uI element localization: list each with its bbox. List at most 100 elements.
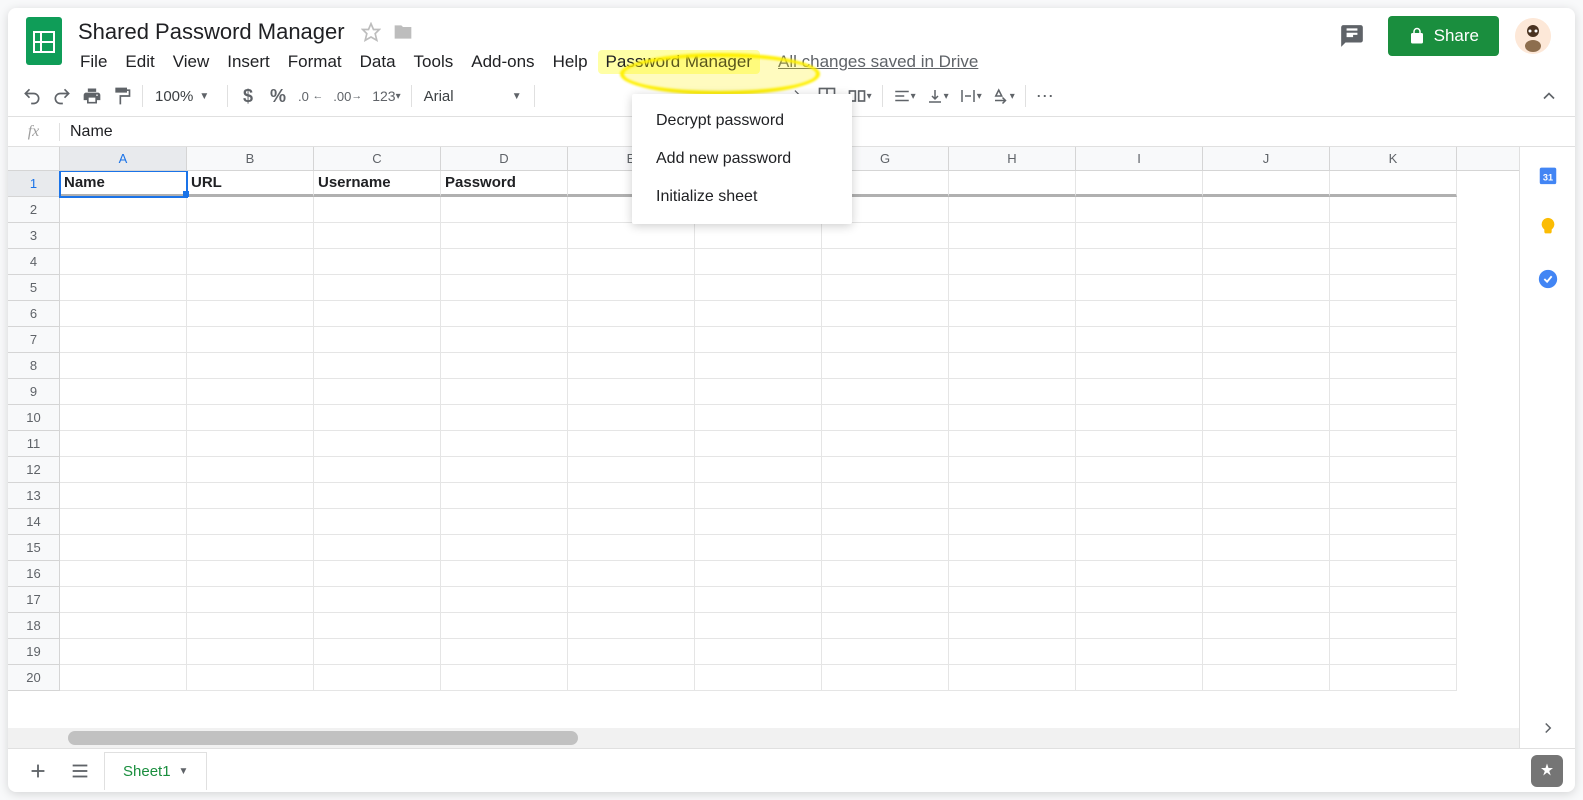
cell-E18[interactable]	[568, 613, 695, 639]
column-header-A[interactable]: A	[60, 147, 187, 170]
menu-data[interactable]: Data	[352, 50, 404, 74]
cell-J10[interactable]	[1203, 405, 1330, 431]
horizontal-align-button[interactable]: ▾	[889, 82, 920, 110]
cell-K15[interactable]	[1330, 535, 1457, 561]
cell-A11[interactable]	[60, 431, 187, 457]
cell-K5[interactable]	[1330, 275, 1457, 301]
comments-button[interactable]	[1332, 16, 1372, 56]
cell-J1[interactable]	[1203, 171, 1330, 197]
cell-D9[interactable]	[441, 379, 568, 405]
cell-F6[interactable]	[695, 301, 822, 327]
cell-G8[interactable]	[822, 353, 949, 379]
cell-D15[interactable]	[441, 535, 568, 561]
cell-J11[interactable]	[1203, 431, 1330, 457]
cell-K19[interactable]	[1330, 639, 1457, 665]
cell-C18[interactable]	[314, 613, 441, 639]
cell-C19[interactable]	[314, 639, 441, 665]
cell-K16[interactable]	[1330, 561, 1457, 587]
cell-I17[interactable]	[1076, 587, 1203, 613]
cell-K6[interactable]	[1330, 301, 1457, 327]
cell-A8[interactable]	[60, 353, 187, 379]
text-rotation-button[interactable]: ▾	[988, 82, 1019, 110]
more-toolbar-button[interactable]: ⋯	[1032, 82, 1060, 110]
cell-H17[interactable]	[949, 587, 1076, 613]
spreadsheet-grid[interactable]: ABCDEFGHIJK 1NameURLUsernamePassword2345…	[8, 147, 1519, 748]
cell-B14[interactable]	[187, 509, 314, 535]
cell-I20[interactable]	[1076, 665, 1203, 691]
cell-A5[interactable]	[60, 275, 187, 301]
cell-K4[interactable]	[1330, 249, 1457, 275]
cell-G12[interactable]	[822, 457, 949, 483]
text-wrap-button[interactable]: ▾	[955, 82, 986, 110]
cell-I10[interactable]	[1076, 405, 1203, 431]
cell-G11[interactable]	[822, 431, 949, 457]
cell-E6[interactable]	[568, 301, 695, 327]
cell-C11[interactable]	[314, 431, 441, 457]
cell-F12[interactable]	[695, 457, 822, 483]
row-header[interactable]: 13	[8, 483, 60, 509]
column-header-K[interactable]: K	[1330, 147, 1457, 170]
cell-F4[interactable]	[695, 249, 822, 275]
cell-G15[interactable]	[822, 535, 949, 561]
cell-E10[interactable]	[568, 405, 695, 431]
cell-E7[interactable]	[568, 327, 695, 353]
cell-B2[interactable]	[187, 197, 314, 223]
cell-F14[interactable]	[695, 509, 822, 535]
cell-J19[interactable]	[1203, 639, 1330, 665]
cell-B7[interactable]	[187, 327, 314, 353]
cell-J14[interactable]	[1203, 509, 1330, 535]
cell-J6[interactable]	[1203, 301, 1330, 327]
cell-A12[interactable]	[60, 457, 187, 483]
cell-A17[interactable]	[60, 587, 187, 613]
cell-K18[interactable]	[1330, 613, 1457, 639]
cell-H9[interactable]	[949, 379, 1076, 405]
cell-B20[interactable]	[187, 665, 314, 691]
cell-G3[interactable]	[822, 223, 949, 249]
sheets-logo[interactable]	[24, 16, 64, 66]
cell-E3[interactable]	[568, 223, 695, 249]
cell-F3[interactable]	[695, 223, 822, 249]
menu-file[interactable]: File	[72, 50, 115, 74]
cell-C8[interactable]	[314, 353, 441, 379]
cell-B18[interactable]	[187, 613, 314, 639]
cell-C6[interactable]	[314, 301, 441, 327]
cell-C4[interactable]	[314, 249, 441, 275]
cell-E8[interactable]	[568, 353, 695, 379]
cell-K14[interactable]	[1330, 509, 1457, 535]
cell-B15[interactable]	[187, 535, 314, 561]
cell-A7[interactable]	[60, 327, 187, 353]
cell-I5[interactable]	[1076, 275, 1203, 301]
cell-D3[interactable]	[441, 223, 568, 249]
cell-D13[interactable]	[441, 483, 568, 509]
cell-D8[interactable]	[441, 353, 568, 379]
add-sheet-button[interactable]	[20, 753, 56, 789]
cell-H8[interactable]	[949, 353, 1076, 379]
cell-B1[interactable]: URL	[187, 171, 314, 197]
cell-A9[interactable]	[60, 379, 187, 405]
cell-A14[interactable]	[60, 509, 187, 535]
row-header[interactable]: 6	[8, 301, 60, 327]
cell-F16[interactable]	[695, 561, 822, 587]
cell-I19[interactable]	[1076, 639, 1203, 665]
cell-K9[interactable]	[1330, 379, 1457, 405]
menu-item-add-new-password[interactable]: Add new password	[632, 140, 852, 178]
cell-E9[interactable]	[568, 379, 695, 405]
cell-G14[interactable]	[822, 509, 949, 535]
cell-E20[interactable]	[568, 665, 695, 691]
cell-D11[interactable]	[441, 431, 568, 457]
cell-D19[interactable]	[441, 639, 568, 665]
cell-H18[interactable]	[949, 613, 1076, 639]
document-title[interactable]: Shared Password Manager	[72, 17, 351, 47]
menu-insert[interactable]: Insert	[219, 50, 278, 74]
all-sheets-button[interactable]	[62, 753, 98, 789]
cell-K8[interactable]	[1330, 353, 1457, 379]
select-all-corner[interactable]	[8, 147, 60, 170]
cell-H14[interactable]	[949, 509, 1076, 535]
cell-G19[interactable]	[822, 639, 949, 665]
cell-G20[interactable]	[822, 665, 949, 691]
column-header-C[interactable]: C	[314, 147, 441, 170]
cell-I11[interactable]	[1076, 431, 1203, 457]
cell-H12[interactable]	[949, 457, 1076, 483]
cell-C15[interactable]	[314, 535, 441, 561]
row-header[interactable]: 14	[8, 509, 60, 535]
